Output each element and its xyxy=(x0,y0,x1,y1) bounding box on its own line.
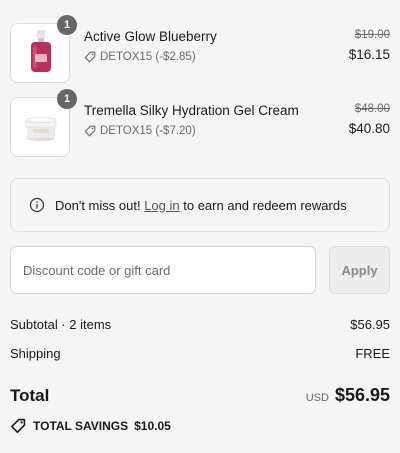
shipping-row: Shipping FREE xyxy=(10,346,390,361)
discount-code-label: DETOX15 (-$7.20) xyxy=(100,125,196,137)
product-title: Active Glow Blueberry xyxy=(84,29,217,44)
currency-code: USD xyxy=(305,392,329,404)
savings-amount: $10.05 xyxy=(134,419,171,433)
total-label: Total xyxy=(10,386,50,405)
line-item: 1 Active Glow Blueberry DETOX15 (-$2.85)… xyxy=(10,15,390,83)
total-amount: $56.95 xyxy=(334,385,390,405)
apply-button[interactable]: Apply xyxy=(329,246,390,294)
final-price: $16.15 xyxy=(348,47,390,62)
savings-tag-icon xyxy=(11,418,26,433)
final-price: $40.80 xyxy=(348,121,390,136)
product-discount: DETOX15 (-$7.20) xyxy=(84,125,196,137)
total-value: USD $56.95 xyxy=(306,385,390,406)
shipping-value: FREE xyxy=(355,346,390,361)
original-price: $19.00 xyxy=(354,29,390,41)
subtotal-label: Subtotal · 2 items xyxy=(10,317,112,332)
info-icon xyxy=(29,197,45,213)
product-discount: DETOX15 (-$2.85) xyxy=(84,51,196,63)
discount-code-label: DETOX15 (-$2.85) xyxy=(100,51,196,63)
login-link[interactable]: Log in xyxy=(144,198,179,213)
subtotal-row: Subtotal · 2 items $56.95 xyxy=(10,317,390,332)
total-savings: TOTAL SAVINGS $10.05 xyxy=(10,418,171,434)
shipping-label: Shipping xyxy=(10,346,61,361)
product-title: Tremella Silky Hydration Gel Cream xyxy=(84,103,299,118)
rewards-prefix: Don't miss out! xyxy=(55,197,141,213)
discount-code-input[interactable] xyxy=(10,246,316,294)
savings-label: TOTAL SAVINGS xyxy=(33,419,129,433)
quantity-badge: 1 xyxy=(57,15,77,35)
line-item: 1 Tremella Silky Hydration Gel Cream DET… xyxy=(10,89,390,157)
rewards-suffix: to earn and redeem rewards xyxy=(183,197,347,213)
quantity-badge: 1 xyxy=(57,89,77,109)
original-price: $48.00 xyxy=(354,103,390,115)
subtotal-value: $56.95 xyxy=(350,317,390,332)
tag-icon xyxy=(84,125,96,137)
rewards-banner: Don't miss out! Log in to earn and redee… xyxy=(10,178,390,232)
tag-icon xyxy=(84,51,96,63)
